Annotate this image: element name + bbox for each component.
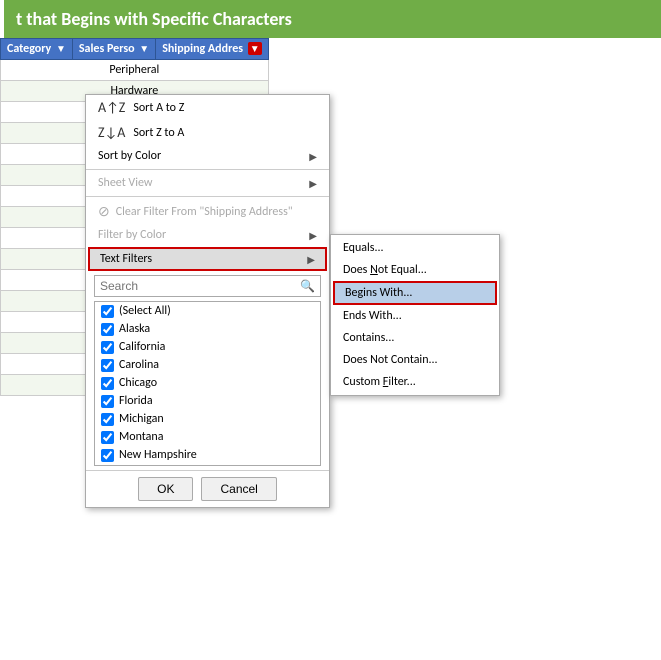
check-item[interactable]: Carolina xyxy=(95,356,320,374)
text-filters-item[interactable]: Text Filters ▶ xyxy=(88,247,327,271)
sheet-view-label: Sheet View xyxy=(98,176,152,190)
checklist-checkbox[interactable] xyxy=(101,305,114,318)
checklist-label: Florida xyxy=(119,394,153,408)
filter-shipping-icon[interactable]: ▼ xyxy=(248,42,262,55)
clear-filter-label: Clear Filter From "Shipping Address" xyxy=(116,205,293,219)
sort-za-label: Sort Z to A xyxy=(133,126,184,140)
checklist-checkbox[interactable] xyxy=(101,395,114,408)
check-item[interactable]: Florida xyxy=(95,392,320,410)
check-item[interactable]: Michigan xyxy=(95,410,320,428)
clear-filter-item[interactable]: ⊘ Clear Filter From "Shipping Address" xyxy=(86,199,329,224)
checklist-checkbox[interactable] xyxy=(101,413,114,426)
th-category[interactable]: Category ▼ xyxy=(1,39,73,60)
checklist-checkbox[interactable] xyxy=(101,431,114,444)
search-input[interactable] xyxy=(95,276,295,296)
clear-filter-icon: ⊘ xyxy=(98,203,110,220)
checklist-label: Chicago xyxy=(119,376,157,390)
check-item[interactable]: Chicago xyxy=(95,374,320,392)
does-not-contain-item[interactable]: Does Not Contain... xyxy=(331,349,499,371)
contains-label: Contains... xyxy=(343,331,394,345)
filter-by-color-arrow-icon: ▶ xyxy=(309,229,317,242)
search-container: 🔍 xyxy=(94,275,321,297)
does-not-contain-label: Does Not Contain... xyxy=(343,353,438,367)
filter-category-icon[interactable]: ▼ xyxy=(56,42,66,55)
check-item[interactable]: New York xyxy=(95,464,320,466)
checklist-checkbox[interactable] xyxy=(101,341,114,354)
table-row: Peripheral xyxy=(1,60,269,81)
sort-a-z-item[interactable]: A↑Z Sort A to Z xyxy=(86,95,329,120)
text-filters-submenu: Equals... Does Not Equal... Begins With.… xyxy=(330,234,500,396)
checklist-label: New Hampshire xyxy=(119,448,197,462)
checklist-label: Carolina xyxy=(119,358,159,372)
checklist-label: Michigan xyxy=(119,412,164,426)
filter-by-color-item[interactable]: Filter by Color ▶ xyxy=(86,224,329,246)
custom-filter-label: Custom Filter... xyxy=(343,375,416,389)
begins-with-label: Begins With... xyxy=(345,286,412,300)
equals-label: Equals... xyxy=(343,241,384,255)
checklist-checkbox[interactable] xyxy=(101,449,114,462)
checklist-label: (Select All) xyxy=(119,304,171,318)
th-sales[interactable]: Sales Perso ▼ xyxy=(72,39,155,60)
cancel-button[interactable]: Cancel xyxy=(201,477,276,501)
filter-sales-icon[interactable]: ▼ xyxy=(139,42,149,55)
sort-by-color-item[interactable]: Sort by Color ▶ xyxy=(86,145,329,167)
sort-z-a-item[interactable]: Z↓A Sort Z to A xyxy=(86,120,329,145)
contains-item[interactable]: Contains... xyxy=(331,327,499,349)
text-filters-label: Text Filters xyxy=(100,252,152,266)
sort-by-color-label: Sort by Color xyxy=(98,149,161,163)
checklist-checkbox[interactable] xyxy=(101,377,114,390)
does-not-equal-label: Does Not Equal... xyxy=(343,263,427,277)
checklist-checkbox[interactable] xyxy=(101,323,114,336)
check-item[interactable]: Alaska xyxy=(95,320,320,338)
checklist-label: California xyxy=(119,340,165,354)
text-filters-arrow-icon: ▶ xyxy=(307,253,315,266)
sort-az-label: Sort A to Z xyxy=(133,101,184,115)
ok-button[interactable]: OK xyxy=(138,477,193,501)
filter-by-color-label: Filter by Color xyxy=(98,228,166,242)
custom-filter-item[interactable]: Custom Filter... xyxy=(331,371,499,393)
dropdown-footer: OK Cancel xyxy=(86,470,329,507)
ends-with-label: Ends With... xyxy=(343,309,402,323)
checklist-label: Montana xyxy=(119,430,163,444)
separator-2 xyxy=(86,196,329,197)
separator-1 xyxy=(86,169,329,170)
sort-by-color-arrow-icon: ▶ xyxy=(309,150,317,163)
th-shipping[interactable]: Shipping Addres ▼ xyxy=(156,39,268,60)
sort-az-icon: A↑Z xyxy=(98,99,125,116)
sort-za-icon: Z↓A xyxy=(98,124,125,141)
search-icon: 🔍 xyxy=(295,277,320,296)
begins-with-item[interactable]: Begins With... xyxy=(333,281,497,305)
does-not-equal-item[interactable]: Does Not Equal... xyxy=(331,259,499,281)
page-title: t that Begins with Specific Characters xyxy=(0,0,661,38)
sheet-view-item[interactable]: Sheet View ▶ xyxy=(86,172,329,194)
filter-dropdown: A↑Z Sort A to Z Z↓A Sort Z to A Sort by … xyxy=(85,94,330,508)
sheet-view-arrow-icon: ▶ xyxy=(309,177,317,190)
checklist-label: Alaska xyxy=(119,322,150,336)
check-item[interactable]: New Hampshire xyxy=(95,446,320,464)
checklist-checkbox[interactable] xyxy=(101,359,114,372)
equals-item[interactable]: Equals... xyxy=(331,237,499,259)
check-item[interactable]: Montana xyxy=(95,428,320,446)
checklist: (Select All) Alaska California Carolina Chic… xyxy=(94,301,321,466)
check-item[interactable]: (Select All) xyxy=(95,302,320,320)
check-item[interactable]: California xyxy=(95,338,320,356)
ends-with-item[interactable]: Ends With... xyxy=(331,305,499,327)
